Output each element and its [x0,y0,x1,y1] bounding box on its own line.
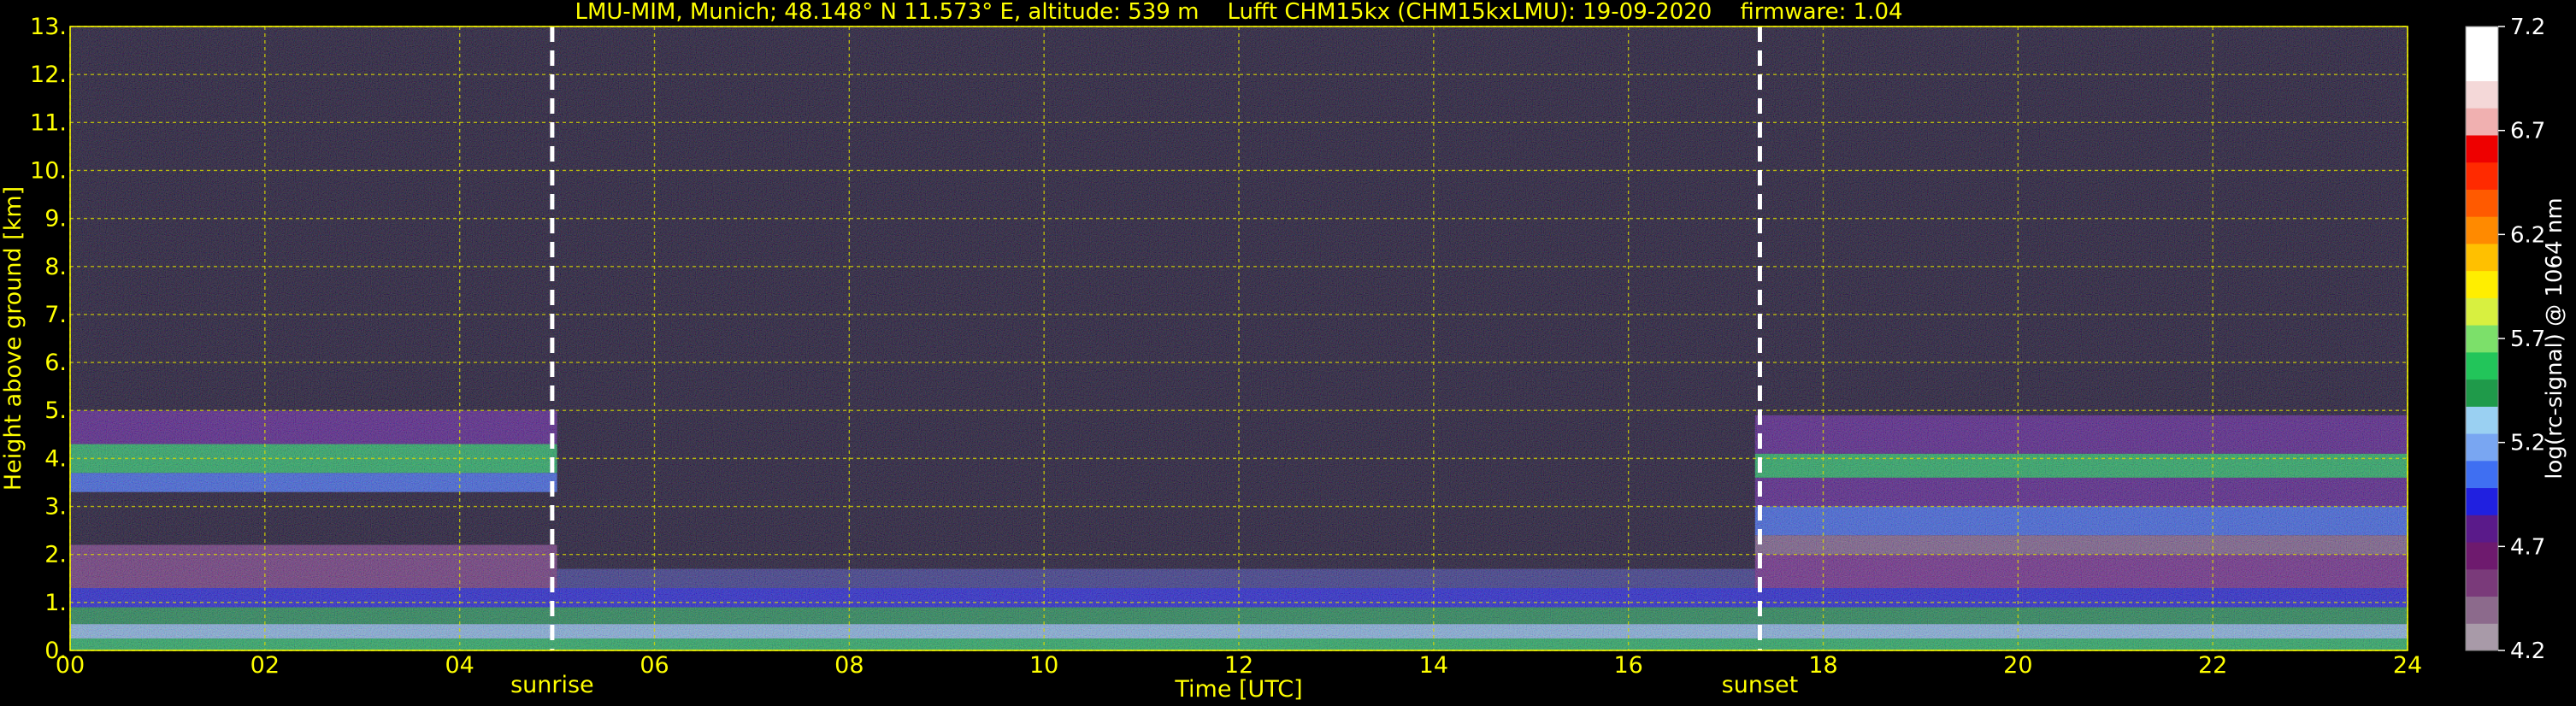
event-labels: sunrise sunset [510,672,1798,698]
colorbar-segment [2466,108,2498,136]
colorbar-tick-label: 7.2 [2510,15,2545,40]
y-tick-label: 0. [44,638,67,664]
colorbar-tick-labels: 4.2 4.7 5.2 5.7 6.2 6.7 7.2 [2498,15,2545,664]
y-tick-label: 6. [44,350,67,376]
colorbar-tick-label: 4.7 [2510,534,2545,560]
colorbar-segment [2466,53,2498,81]
y-tick-label: 2. [44,542,67,568]
colorbar-segment [2466,487,2498,515]
colorbar-segment [2466,351,2498,380]
colorbar-segment [2466,542,2498,570]
sunset-label: sunset [1722,672,1799,698]
x-tick-label: 02 [251,652,280,679]
colorbar-tick-label: 6.7 [2510,119,2545,144]
x-tick-label: 04 [445,652,474,679]
colorbar-segment [2466,80,2498,109]
y-tick-label: 12. [30,62,67,88]
y-tick-label: 7. [44,302,67,328]
colorbar-segment [2466,623,2498,651]
x-tick-label: 06 [640,652,669,679]
colorbar-segment [2466,596,2498,624]
colorbar [2466,26,2498,651]
colorbar-segment [2466,379,2498,407]
y-tick-label: 9. [44,206,67,232]
x-tick-label: 24 [2393,652,2422,679]
x-tick-label: 14 [1419,652,1448,679]
colorbar-tick-label: 5.2 [2510,431,2545,456]
x-tick-label: 10 [1029,652,1058,679]
lidar-chart: LMU-MIM, Munich; 48.148° N 11.573° E, al… [0,0,2567,703]
x-tick-label: 20 [2003,652,2032,679]
x-tick-label: 22 [2198,652,2227,679]
colorbar-tick-label: 6.2 [2510,222,2545,248]
chart-title: LMU-MIM, Munich; 48.148° N 11.573° E, al… [575,0,1902,25]
sunrise-label: sunrise [510,672,594,698]
x-tick-label: 18 [1808,652,1837,679]
colorbar-segment [2466,297,2498,326]
y-tick-label: 3. [44,494,67,521]
colorbar-segment [2466,162,2498,190]
y-tick-label: 10. [30,157,67,184]
colorbar-segment [2466,515,2498,543]
colorbar-segment [2466,216,2498,244]
x-tick-label: 08 [834,652,864,679]
colorbar-segment [2466,433,2498,462]
y-axis-label: Height above ground [km] [0,186,27,491]
x-axis-label: Time [UTC] [1174,676,1302,703]
colorbar-segment [2466,568,2498,597]
colorbar-segment [2466,270,2498,298]
colorbar-label: log(rc-signal) @ 1064 nm [2542,197,2567,479]
colorbar-segment [2466,134,2498,163]
y-tick-label: 4. [44,445,67,472]
colorbar-tick-label: 4.2 [2510,638,2545,664]
y-tick-label: 5. [44,397,67,424]
noise-texture [70,26,2408,650]
y-tick-labels: 0. 1. 2. 3. 4. 5. 6. 7. 8. 9. 10. 11. 12. 13. [30,14,67,664]
colorbar-segment [2466,243,2498,272]
x-tick-label: 16 [1613,652,1642,679]
colorbar-segment [2466,460,2498,489]
colorbar-segment [2466,26,2498,55]
y-tick-label: 1. [44,590,67,616]
colorbar-segment [2466,189,2498,217]
y-tick-label: 13. [30,14,67,40]
colorbar-segment [2466,325,2498,353]
colorbar-tick-label: 5.7 [2510,327,2545,352]
colorbar-segment [2466,406,2498,434]
x-tick-label: 12 [1224,652,1253,679]
y-tick-label: 11. [30,109,67,136]
y-tick-label: 8. [44,254,67,280]
x-tick-labels: 00 02 04 06 08 10 12 14 16 18 20 22 24 [56,652,2422,679]
